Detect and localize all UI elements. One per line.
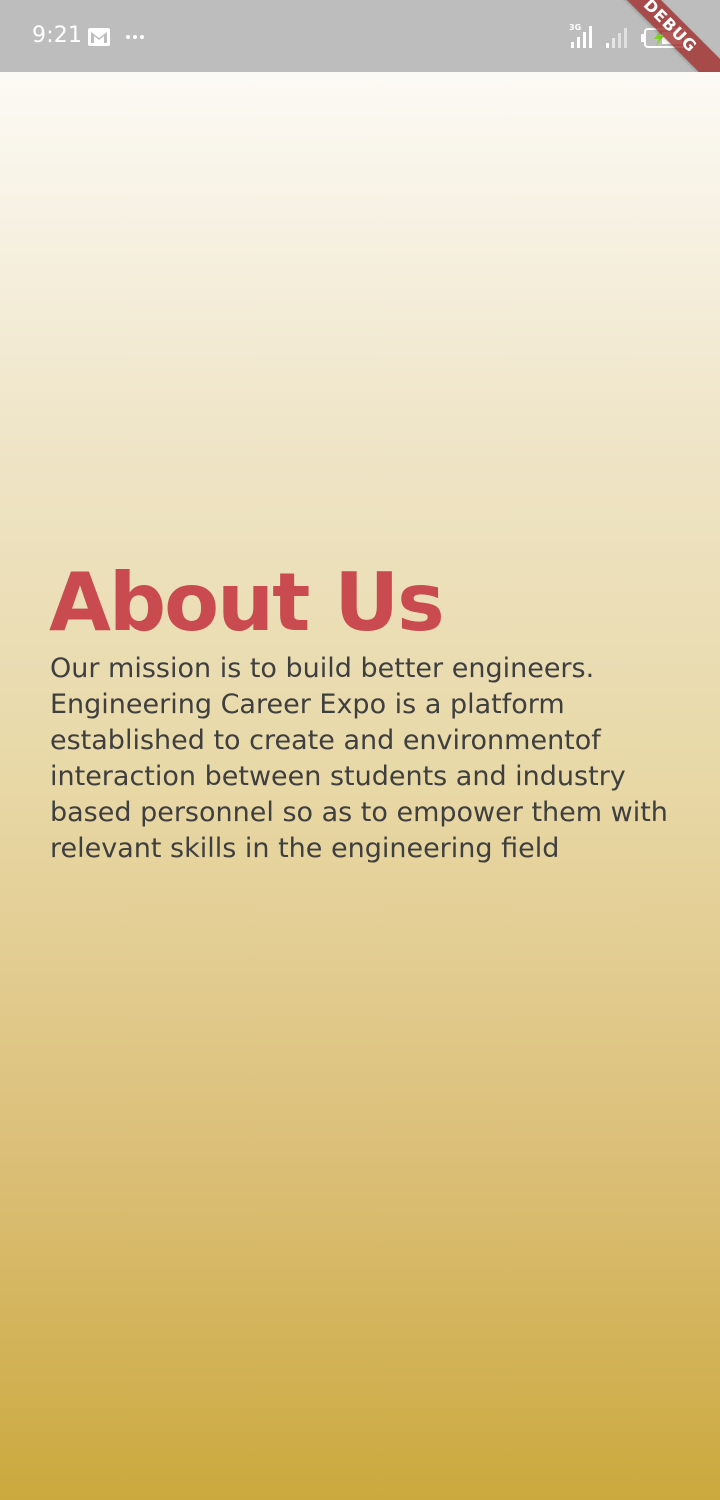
signal-3g-icon: 3G (568, 22, 600, 50)
about-line: based personnel so as to empower them wi… (50, 797, 668, 828)
signal-icon (604, 26, 632, 50)
more-icon (125, 30, 145, 42)
about-line: interaction between students and industr… (50, 761, 626, 792)
about-line: Engineering Career Expo is a platform (50, 689, 565, 720)
about-line: relevant skills in the engineering field (50, 833, 560, 864)
about-line: Our mission is to build better engineers… (50, 653, 595, 684)
status-bar: 9:21 3G DEBUG (0, 0, 720, 113)
page-title: About Us (49, 556, 445, 649)
status-time: 9:21 (32, 23, 83, 48)
network-label: 3G (569, 23, 581, 32)
about-description: Our mission is to build better engineers… (50, 651, 690, 867)
about-line: established to create and environmentof (50, 725, 601, 756)
about-page: About Us Our mission is to build better … (0, 72, 720, 1500)
gmail-icon (87, 27, 111, 47)
